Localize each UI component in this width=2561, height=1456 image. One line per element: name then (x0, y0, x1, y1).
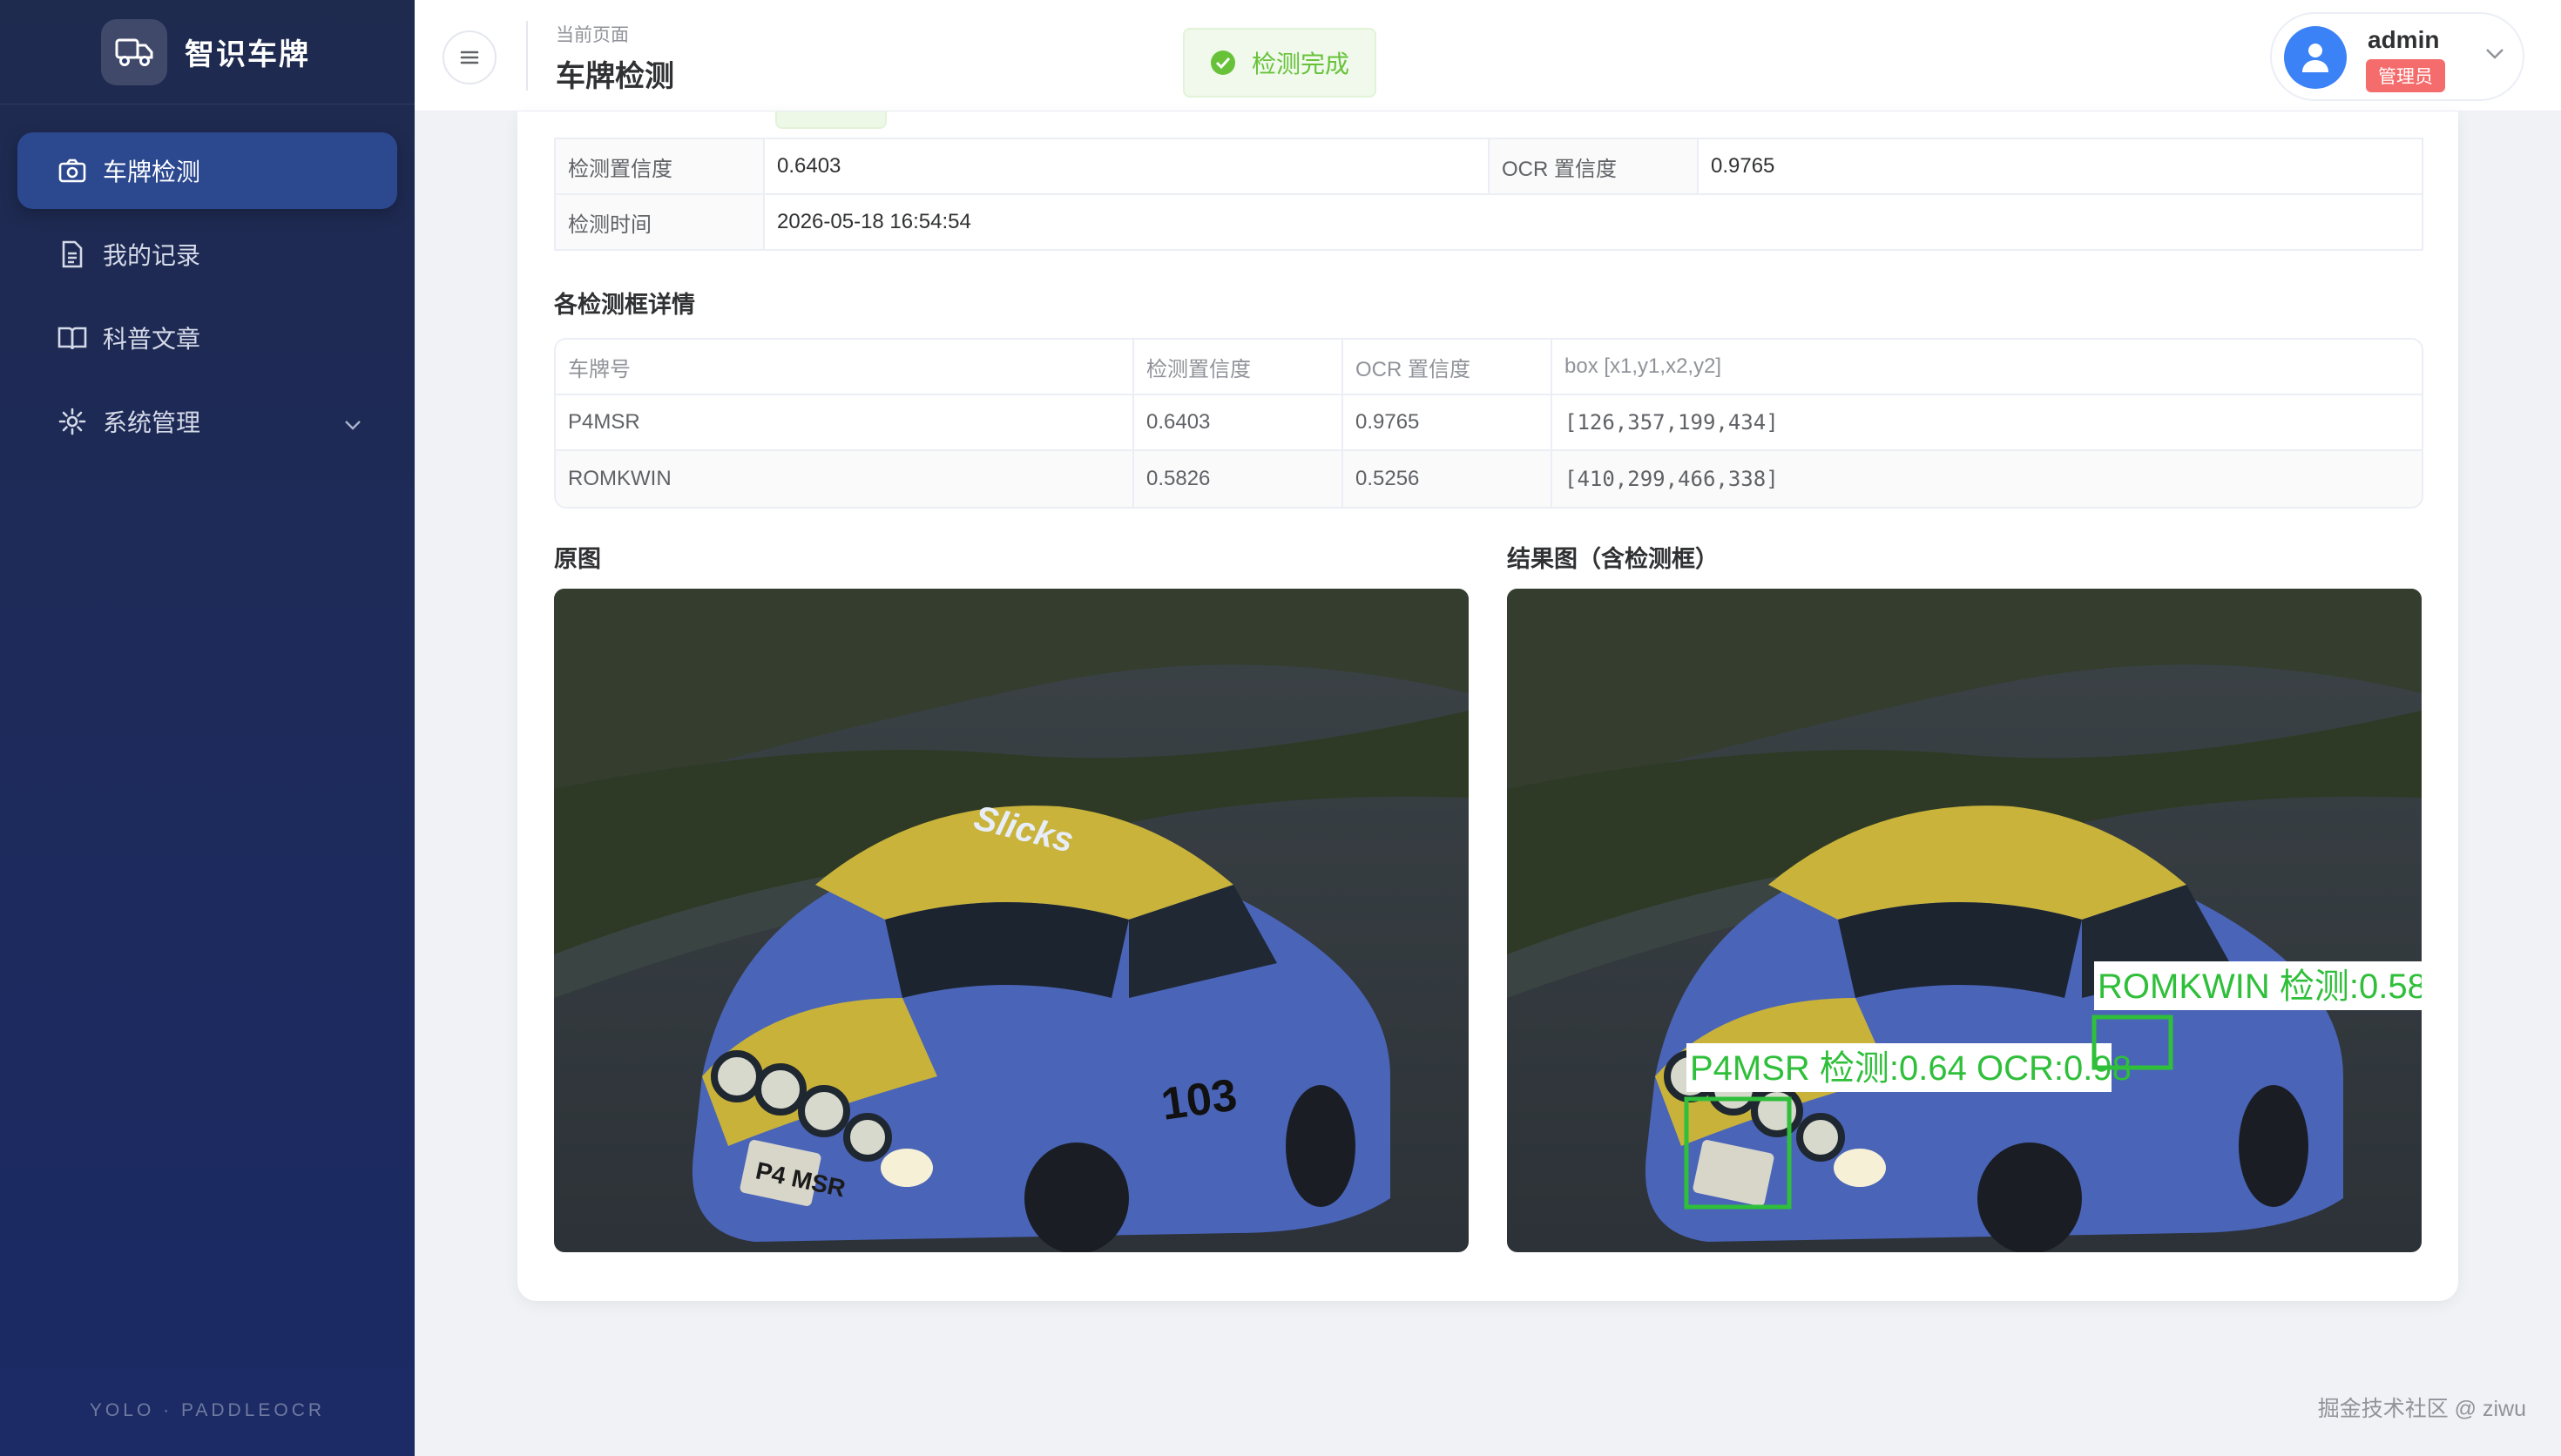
original-image: P4 MSR Slicks 103 (554, 589, 1469, 1252)
detection-label-p4msr: P4MSR 检测:0.64 OCR:0.98 (1690, 1049, 2132, 1088)
table-row: 检测置信度 0.6403 OCR 置信度 0.9765 (554, 138, 2423, 195)
detections-table: 车牌号 检测置信度 OCR 置信度 box [x1,y1,x2,y2] P4MS… (554, 338, 2423, 509)
document-icon (57, 239, 87, 269)
ocr-conf-cell: 0.9765 (1343, 395, 1552, 451)
table-row: ROMKWIN 0.5826 0.5256 [410,299,466,338] (556, 451, 2422, 507)
column-header: box [x1,y1,x2,y2] (1552, 340, 2422, 395)
ocr-conf-value: 0.9765 (1697, 138, 2423, 195)
header-divider (526, 21, 528, 91)
sidebar-footer: YOLO · PADDLEOCR (89, 1400, 326, 1420)
detection-label-romkwin: ROMKWIN 检测:0.58 (2098, 967, 2422, 1006)
original-image-title: 原图 (554, 546, 601, 572)
sidebar-item-label: 系统管理 (103, 409, 201, 436)
column-header: OCR 置信度 (1343, 340, 1552, 395)
ocr-conf-cell: 0.5256 (1343, 451, 1552, 507)
ocr-conf-label: OCR 置信度 (1488, 138, 1699, 195)
column-header: 车牌号 (556, 340, 1134, 395)
detections-title: 各检测框详情 (554, 292, 695, 318)
menu-toggle-button[interactable] (443, 30, 497, 84)
sidebar-item-system-management[interactable]: 系统管理 (17, 383, 397, 460)
column-header: 检测置信度 (1134, 340, 1343, 395)
user-icon (2302, 44, 2328, 72)
success-toast: 检测完成 (1183, 28, 1376, 98)
watermark: 掘金技术社区 @ ziwu (2317, 1397, 2526, 1421)
sidebar: 智识车牌 车牌检测 我的记录 科普文章 系统管理 YOLO · PADDLEOC… (0, 0, 415, 1456)
toast-message: 检测完成 (1251, 51, 1349, 78)
summary-table: 检测置信度 0.6403 OCR 置信度 0.9765 检测时间 2026-05… (554, 138, 2423, 251)
det-conf-value: 0.6403 (763, 138, 1490, 195)
det-conf-cell: 0.6403 (1134, 395, 1343, 451)
app-title: 智识车牌 (185, 38, 310, 71)
check-circle-icon (1210, 51, 1235, 75)
time-value: 2026-05-18 16:54:54 (763, 193, 2423, 251)
sidebar-item-label: 我的记录 (103, 242, 201, 269)
table-row: P4MSR 0.6403 0.9765 [126,357,199,434] (556, 395, 2422, 451)
table-row: 检测时间 2026-05-18 16:54:54 (554, 193, 2423, 251)
chevron-down-icon (343, 409, 362, 437)
camera-icon (57, 156, 87, 185)
user-name: admin (2368, 26, 2440, 53)
gear-icon (57, 407, 87, 436)
plate-number-cell: P4MSR (556, 395, 1134, 451)
avatar (2284, 26, 2347, 89)
role-badge: 管理员 (2366, 59, 2445, 92)
box-cell: [410,299,466,338] (1552, 451, 2422, 507)
plate-tag-partial (775, 111, 887, 129)
plate-number-cell: ROMKWIN (556, 451, 1134, 507)
box-cell: [126,357,199,434] (1552, 395, 2422, 451)
user-menu[interactable]: admin 管理员 (2270, 12, 2524, 101)
sidebar-item-label: 车牌检测 (103, 158, 201, 185)
car-number-text: 103 (1159, 1069, 1240, 1130)
det-conf-cell: 0.5826 (1134, 451, 1343, 507)
table-header-row: 车牌号 检测置信度 OCR 置信度 box [x1,y1,x2,y2] (556, 340, 2422, 395)
breadcrumb-label: 当前页面 (556, 25, 629, 45)
chevron-down-icon (2484, 47, 2505, 65)
sidebar-nav: 车牌检测 我的记录 科普文章 系统管理 (0, 104, 415, 460)
book-icon (57, 323, 87, 353)
sidebar-item-plate-detection[interactable]: 车牌检测 (17, 132, 397, 209)
page-title: 车牌检测 (556, 60, 674, 93)
sidebar-item-label: 科普文章 (103, 326, 201, 353)
result-image-title: 结果图（含检测框） (1507, 546, 1719, 572)
time-label: 检测时间 (554, 193, 765, 251)
det-conf-label: 检测置信度 (554, 138, 765, 195)
result-card: 检测置信度 0.6403 OCR 置信度 0.9765 检测时间 2026-05… (517, 111, 2458, 1301)
top-header: 当前页面 车牌检测 检测完成 admin 管理员 (415, 0, 2561, 111)
sidebar-item-articles[interactable]: 科普文章 (17, 300, 397, 376)
sidebar-item-my-records[interactable]: 我的记录 (17, 216, 397, 293)
brand: 智识车牌 (0, 0, 415, 104)
truck-icon (101, 18, 167, 85)
hamburger-icon (460, 51, 479, 64)
result-image: P4MSR 检测:0.64 OCR:0.98 ROMKWIN 检测:0.58 (1507, 589, 2422, 1252)
